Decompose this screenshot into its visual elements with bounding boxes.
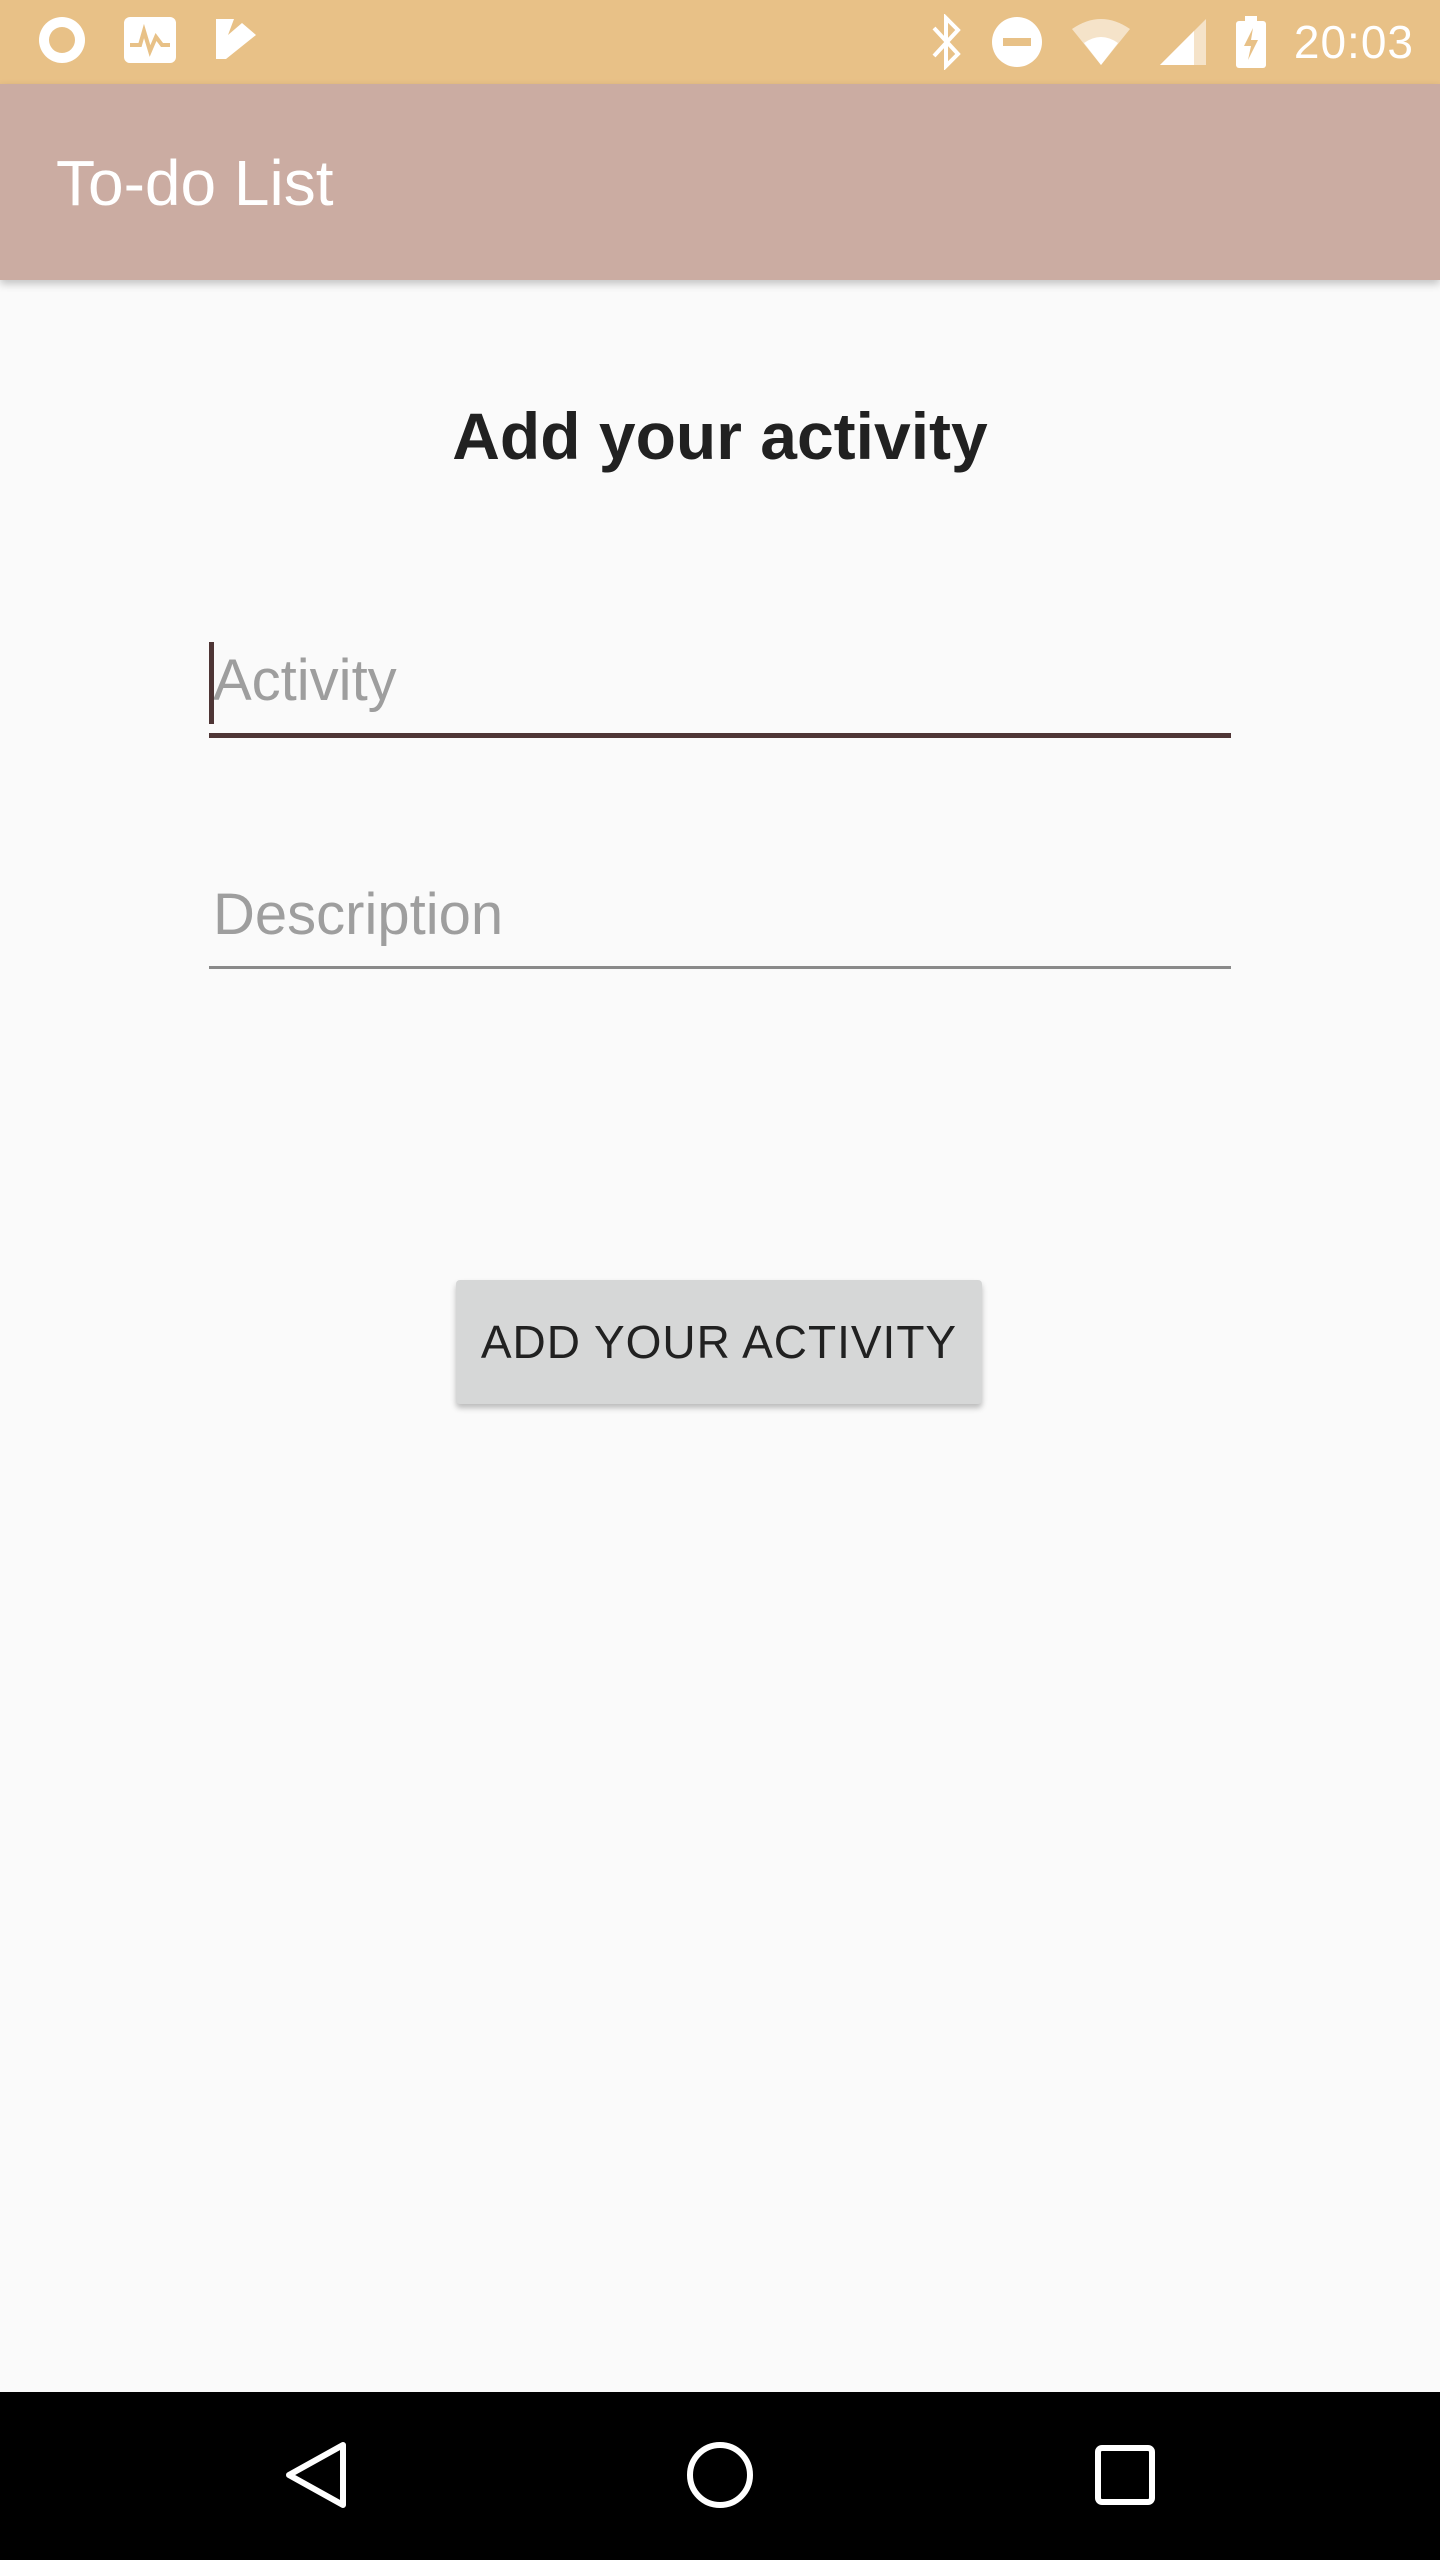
app-bar: To-do List [0,84,1440,280]
recents-icon [1093,2443,1157,2512]
status-right-icons: 20:03 [930,10,1414,74]
app-title: To-do List [56,147,334,219]
status-left-icons [36,14,260,66]
navigation-bar [0,2392,1440,2560]
description-input[interactable] [209,874,1231,954]
text-cursor [209,642,214,724]
home-button[interactable] [675,2432,765,2522]
activity-chart-icon [122,15,178,65]
cell-signal-icon [1158,17,1208,67]
battery-charging-icon [1234,14,1268,70]
activity-underline [209,733,1231,738]
status-clock: 20:03 [1293,16,1414,68]
task-check-icon [212,15,260,65]
status-bar: 20:03 [0,0,1440,84]
description-underline [209,966,1231,969]
add-activity-button[interactable]: ADD YOUR ACTIVITY [456,1280,982,1404]
home-icon [684,2439,756,2516]
wifi-icon [1070,17,1132,67]
bluetooth-icon [930,14,964,70]
page-title: Add your activity [452,399,988,473]
activity-field[interactable] [209,640,1231,740]
record-icon [36,14,88,66]
description-field[interactable] [209,874,1231,974]
back-icon [283,2439,349,2516]
back-button[interactable] [271,2432,361,2522]
recents-button[interactable] [1080,2432,1170,2522]
add-activity-form: Add your activity ADD YOUR ACTIVITY [0,280,1440,2392]
activity-input[interactable] [209,640,1231,720]
do-not-disturb-icon [990,15,1044,69]
